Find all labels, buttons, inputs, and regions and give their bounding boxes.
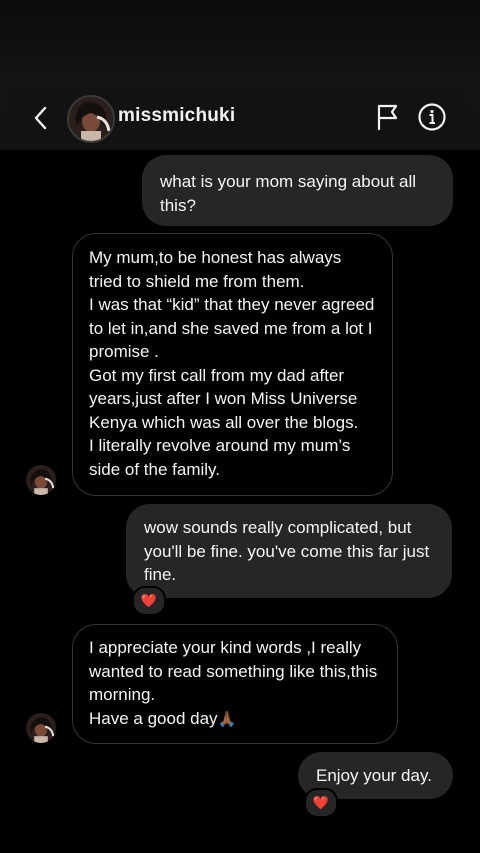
- praying-hands-emoji: 🙏🏾: [217, 710, 237, 728]
- heart-reaction[interactable]: ❤️: [304, 788, 338, 818]
- message-text: Got my first call from my dad after year…: [89, 365, 359, 432]
- message-thread: what is your mom saying about all this? …: [10, 150, 466, 853]
- flag-icon: [377, 104, 398, 131]
- message-bubble-outgoing[interactable]: wow sounds really complicated, but you'l…: [126, 504, 452, 598]
- username[interactable]: missmichuki: [118, 105, 235, 127]
- avatar[interactable]: [67, 95, 115, 143]
- message-text: I appreciate your kind words ,I really w…: [89, 638, 378, 704]
- info-button[interactable]: [417, 102, 447, 132]
- message-text: I was that “kid” that they never agreed …: [89, 295, 375, 361]
- message-bubble-incoming[interactable]: I appreciate your kind words ,I really w…: [72, 624, 398, 744]
- info-icon: [418, 103, 446, 131]
- message-text: My mum,to be honest has always tried to …: [89, 248, 342, 291]
- message-bubble-incoming[interactable]: My mum,to be honest has always tried to …: [72, 233, 393, 496]
- message-text: wow sounds really complicated, but you'l…: [144, 518, 430, 584]
- heart-reaction[interactable]: ❤️: [132, 586, 166, 616]
- heart-icon: ❤️: [140, 593, 158, 608]
- message-text: Enjoy your day.: [316, 766, 432, 785]
- heart-icon: ❤️: [312, 795, 330, 810]
- chat-header: missmichuki: [8, 86, 466, 150]
- back-button[interactable]: [30, 104, 52, 132]
- message-text: Have a good day🙏🏾: [89, 708, 237, 728]
- chevron-left-icon: [34, 106, 47, 130]
- message-text: I literally revolve around my mum’s side…: [89, 436, 351, 479]
- sender-avatar[interactable]: [26, 465, 56, 495]
- message-text: what is your mom saying about all this?: [160, 172, 417, 215]
- sender-avatar[interactable]: [26, 713, 56, 743]
- report-button[interactable]: [375, 103, 401, 131]
- message-bubble-outgoing[interactable]: what is your mom saying about all this?: [142, 155, 453, 226]
- dm-screen: missmichuki what is your mom saying abou…: [0, 0, 480, 853]
